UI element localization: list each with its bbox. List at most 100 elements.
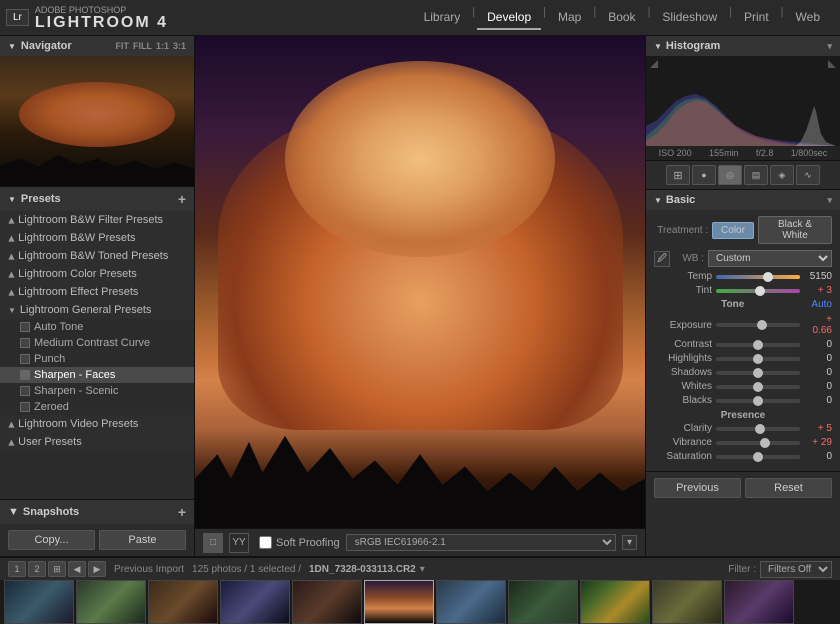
nav-slideshow[interactable]: Slideshow [652,6,727,30]
nav-map[interactable]: Map [548,6,591,30]
spot-heal-tool[interactable]: ● [692,165,716,185]
film-thumb-5[interactable] [292,580,362,624]
copy-button[interactable]: Copy... [8,530,95,550]
app-title: LIGHTROOM 4 [35,15,168,31]
preset-group-effect-header[interactable]: ▶ Lightroom Effect Presets [0,283,194,301]
film-thumb-selected[interactable] [364,580,434,624]
soft-proof-select[interactable]: sRGB IEC61966-2.1 [346,534,616,551]
preset-sharpen-faces[interactable]: Sharpen - Faces [0,367,194,383]
view-compare-button[interactable]: YY [229,533,249,553]
film-thumb-10[interactable] [652,580,722,624]
soft-proof-label[interactable]: Soft Proofing [276,537,340,549]
contrast-slider[interactable] [716,343,800,347]
film-thumb-7[interactable] [436,580,506,624]
nav-library[interactable]: Library [414,6,471,30]
preset-group-video-header[interactable]: ▶ Lightroom Video Presets [0,415,194,433]
nav-print[interactable]: Print [734,6,779,30]
highlights-slider[interactable] [716,357,800,361]
film-thumb-1[interactable] [4,580,74,624]
shadows-slider[interactable] [716,371,800,375]
exposure-slider[interactable] [716,323,800,327]
film-thumb-9[interactable] [580,580,650,624]
nav-develop[interactable]: Develop [477,6,541,30]
preset-punch[interactable]: Punch [0,351,194,367]
filter-select[interactable]: Filters Off Flagged Rated [760,561,832,578]
tint-slider[interactable] [716,289,800,293]
main-layout: ▼ Navigator FIT FILL 1:1 3:1 ▼ Pre [0,36,840,556]
clarity-slider[interactable] [716,427,800,431]
highlight-clipping-warning[interactable] [828,60,836,68]
grad-filter-tool[interactable]: ▤ [744,165,768,185]
film-thumb-4[interactable] [220,580,290,624]
snapshots-add-button[interactable]: + [178,504,186,520]
nav-fit[interactable]: FIT [115,41,129,51]
nav-book[interactable]: Book [598,6,645,30]
film-thumb-3[interactable] [148,580,218,624]
film-thumb-11[interactable] [724,580,794,624]
preview-image [0,56,194,186]
filmstrip-header: 1 2 ⊞ ◀ ▶ Previous Import 125 photos / 1… [0,558,840,580]
preset-group-bw-filter-header[interactable]: ▶ Lightroom B&W Filter Presets [0,211,194,229]
shadow-clipping-warning[interactable] [650,60,658,68]
basic-header[interactable]: ▼ Basic ▾ [646,190,840,210]
next-arrow-button[interactable]: ▶ [88,561,106,577]
navigator-header[interactable]: ▼ Navigator FIT FILL 1:1 3:1 [0,36,194,56]
preset-group-user-header[interactable]: ▶ User Presets [0,433,194,451]
preset-group-bw-toned-header[interactable]: ▶ Lightroom B&W Toned Presets [0,247,194,265]
image-area[interactable] [195,36,645,528]
preset-medium-contrast[interactable]: Medium Contrast Curve [0,335,194,351]
whites-slider[interactable] [716,385,800,389]
saturation-slider[interactable] [716,455,800,459]
view-normal-button[interactable]: □ [203,533,223,553]
histogram-header[interactable]: ▼ Histogram ▾ [646,36,840,56]
nav-1-1[interactable]: 1:1 [156,41,169,51]
previous-button[interactable]: Previous [654,478,741,498]
nav-fill[interactable]: FILL [133,41,152,51]
wb-select[interactable]: Custom As Shot Auto [708,250,832,267]
nav-web[interactable]: Web [786,6,830,30]
histogram-menu-icon[interactable]: ▾ [827,41,832,52]
hist-iso: ISO 200 [659,148,692,158]
soft-proof-checkbox[interactable] [259,536,272,549]
presets-header[interactable]: ▼ Presets + [0,187,194,211]
filename-dropdown[interactable]: ▾ [420,564,425,575]
bw-button[interactable]: Black & White [758,216,832,244]
view-single-button[interactable]: 1 [8,561,26,577]
preset-sharpen-scenic[interactable]: Sharpen - Scenic [0,383,194,399]
blacks-slider[interactable] [716,399,800,403]
preset-auto-tone-label: Auto Tone [34,321,83,333]
preset-auto-tone[interactable]: Auto Tone [0,319,194,335]
preset-group-bw-header[interactable]: ▶ Lightroom B&W Presets [0,229,194,247]
soft-proof-dropdown[interactable]: ▾ [622,535,637,550]
prev-arrow-button[interactable]: ◀ [68,561,86,577]
nav-3-1[interactable]: 3:1 [173,41,186,51]
grid-view-button[interactable]: ⊞ [48,561,66,577]
basic-menu-icon[interactable]: ▾ [827,195,832,206]
video-label: Lightroom Video Presets [18,418,138,430]
film-thumb-8[interactable] [508,580,578,624]
paste-button[interactable]: Paste [99,530,186,550]
auto-button[interactable]: Auto [811,299,832,310]
prev-import-label[interactable]: Previous Import [114,564,184,575]
bw-filter-tri: ▶ [7,217,16,223]
reset-button[interactable]: Reset [745,478,832,498]
adj-brush-tool[interactable]: ∿ [796,165,820,185]
film-thumb-2[interactable] [76,580,146,624]
radial-filter-tool[interactable]: ◈ [770,165,794,185]
presets-add-button[interactable]: + [178,191,186,207]
top-cloud [285,61,555,258]
preset-zeroed-label: Zeroed [34,401,69,413]
redeye-tool[interactable]: ◎ [718,165,742,185]
hist-aperture: f/2.8 [756,148,774,158]
preset-zeroed[interactable]: Zeroed [0,399,194,415]
preset-group-general-header[interactable]: ▼ Lightroom General Presets [0,301,194,319]
bw-toned-tri: ▶ [7,253,16,259]
view-double-button[interactable]: 2 [28,561,46,577]
eyedrop-tool[interactable]: 🖉 [654,251,670,267]
vibrance-slider[interactable] [716,441,800,445]
presets-label: Presets [21,193,61,205]
crop-tool[interactable]: ⊞ [666,165,690,185]
temp-slider[interactable] [716,275,800,279]
color-button[interactable]: Color [712,222,754,239]
preset-group-color-header[interactable]: ▶ Lightroom Color Presets [0,265,194,283]
